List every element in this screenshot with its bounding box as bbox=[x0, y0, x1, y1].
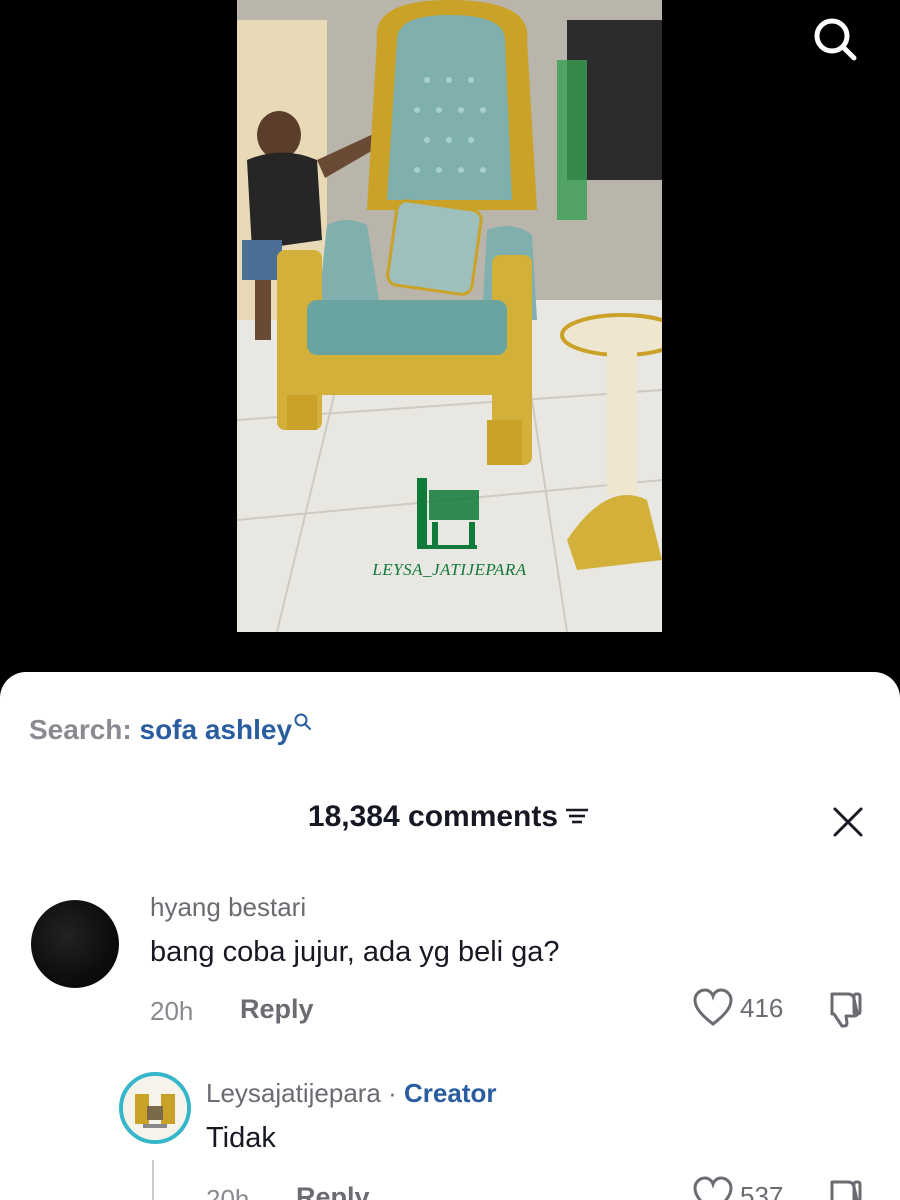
search-suggestion[interactable]: Search: sofa ashley bbox=[29, 713, 313, 746]
separator: · bbox=[388, 1078, 397, 1108]
reply-time: 20h bbox=[206, 1184, 250, 1200]
search-term: sofa ashley bbox=[139, 714, 293, 745]
close-button[interactable] bbox=[830, 804, 866, 840]
like-button[interactable]: 416 bbox=[692, 988, 783, 1028]
sort-icon[interactable] bbox=[562, 804, 592, 828]
creator-badge: Creator bbox=[404, 1078, 497, 1108]
reply-username: Leysajatijepara bbox=[206, 1078, 381, 1108]
comment-username[interactable]: hyang bestari bbox=[150, 892, 306, 923]
video-player[interactable]: LEYSA_JATIJEPARA bbox=[0, 0, 900, 700]
reply-button[interactable]: Reply bbox=[240, 994, 314, 1025]
reply-button[interactable]: Reply bbox=[296, 1182, 370, 1200]
video-watermark: LEYSA_JATIJEPARA bbox=[372, 560, 527, 579]
video-frame: LEYSA_JATIJEPARA bbox=[237, 0, 662, 632]
dislike-button[interactable] bbox=[824, 1176, 866, 1200]
avatar[interactable] bbox=[31, 900, 119, 988]
creator-logo bbox=[123, 1076, 187, 1140]
comment-text: bang coba jujur, ada yg beli ga? bbox=[150, 936, 560, 968]
thread-line bbox=[152, 1160, 154, 1200]
search-icon bbox=[814, 18, 857, 61]
throne-chair-scene bbox=[237, 0, 662, 632]
dislike-icon bbox=[830, 1180, 862, 1200]
reply-username-row[interactable]: Leysajatijepara · Creator bbox=[206, 1078, 497, 1109]
heart-icon bbox=[693, 988, 733, 1026]
close-icon bbox=[833, 807, 863, 837]
like-count: 416 bbox=[740, 992, 784, 1023]
like-count: 537 bbox=[740, 1180, 784, 1200]
heart-icon bbox=[693, 1176, 733, 1200]
comments-count: 18,384 comments bbox=[307, 800, 559, 833]
search-small-icon bbox=[294, 713, 312, 730]
creator-avatar[interactable] bbox=[119, 1072, 191, 1144]
dislike-icon bbox=[830, 992, 862, 1028]
comments-sheet: Search: sofa ashley 18,384 comments hyan… bbox=[0, 672, 900, 1200]
comments-header: 18,384 comments bbox=[0, 800, 900, 834]
like-button[interactable]: 537 bbox=[692, 1176, 783, 1200]
reply-text: Tidak bbox=[206, 1122, 276, 1154]
search-button[interactable] bbox=[806, 8, 866, 68]
search-prefix: Search: bbox=[29, 714, 132, 745]
comment-time: 20h bbox=[150, 996, 194, 1026]
dislike-button[interactable] bbox=[824, 988, 866, 1033]
